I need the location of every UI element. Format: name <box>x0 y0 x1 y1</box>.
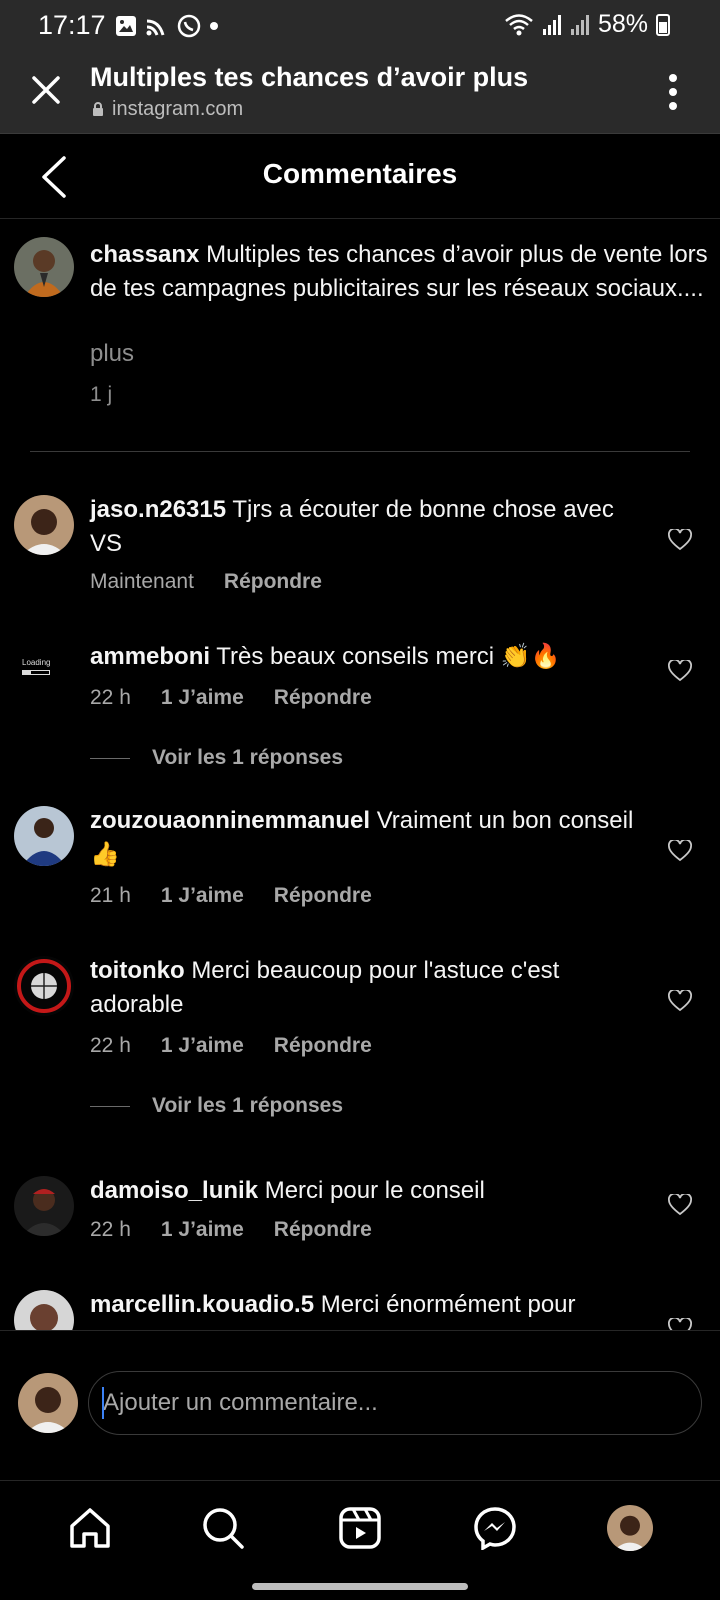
comment-username[interactable]: ammeboni <box>90 643 210 670</box>
avatar[interactable] <box>14 1290 74 1330</box>
comment-time: Maintenant <box>90 570 194 593</box>
avatar[interactable] <box>14 237 74 297</box>
lock-icon <box>93 102 103 116</box>
reply-button[interactable]: Répondre <box>274 884 372 908</box>
nav-search[interactable] <box>198 1503 248 1553</box>
avatar[interactable] <box>14 1176 74 1236</box>
comment-username[interactable]: marcellin.kouadio.5 <box>90 1291 314 1318</box>
comments-list: jaso.n26315 Tjrs a écouter de bonne chos… <box>0 452 720 1330</box>
nav-messenger[interactable] <box>470 1503 520 1553</box>
likes-count[interactable]: 1 J’aime <box>161 1218 244 1242</box>
close-icon[interactable] <box>26 70 66 110</box>
caption-username[interactable]: chassanx <box>90 241 199 268</box>
comment-time: 22 h <box>90 1034 131 1057</box>
browser-page-title: Multiples tes chances d’avoir plus <box>90 62 529 92</box>
avatar[interactable] <box>14 495 74 555</box>
battery-percent: 58% <box>597 10 648 38</box>
home-indicator <box>252 1583 468 1590</box>
caption-time: 1 j <box>90 383 113 406</box>
view-replies-button[interactable]: Voir les 1 réponses <box>90 746 343 770</box>
comment-username[interactable]: damoiso_lunik <box>90 1177 258 1204</box>
comments-header: Commentaires <box>0 134 720 219</box>
nav-reels[interactable] <box>335 1503 385 1553</box>
comment-input[interactable] <box>88 1371 702 1435</box>
view-replies-button[interactable]: Voir les 1 réponses <box>90 1094 343 1118</box>
bottom-navigation <box>0 1480 720 1600</box>
in-app-browser-bar: Multiples tes chances d’avoir plus insta… <box>0 52 720 134</box>
reply-button[interactable]: Répondre <box>274 1218 372 1242</box>
search-icon <box>203 1508 244 1549</box>
nav-profile[interactable] <box>605 1503 655 1553</box>
caption-more-link[interactable]: plus <box>90 340 134 368</box>
reply-button[interactable]: Répondre <box>274 1034 372 1058</box>
reels-icon <box>339 1507 381 1549</box>
home-icon <box>70 1508 110 1548</box>
likes-count[interactable]: 1 J’aime <box>161 686 244 710</box>
heart-icon[interactable] <box>668 529 692 551</box>
signal-icon <box>542 14 561 35</box>
heart-icon[interactable] <box>668 1318 692 1330</box>
comment-username[interactable]: toitonko <box>90 957 185 984</box>
likes-count[interactable]: 1 J’aime <box>161 884 244 908</box>
browser-url: instagram.com <box>112 98 244 120</box>
comment-username[interactable]: jaso.n26315 <box>90 496 226 523</box>
status-time: 17:17 <box>38 10 106 40</box>
reply-button[interactable]: Répondre <box>224 570 322 594</box>
comment-composer <box>0 1330 720 1480</box>
status-bar: 17:17 58% <box>0 0 720 52</box>
heart-icon[interactable] <box>668 1194 692 1216</box>
comment-time: 22 h <box>90 686 131 709</box>
comment-text: Merci énormément pour <box>320 1291 576 1318</box>
wifi-icon <box>505 13 533 35</box>
profile-avatar <box>607 1505 653 1551</box>
reply-button[interactable]: Répondre <box>274 686 372 710</box>
avatar[interactable] <box>14 806 74 866</box>
heart-icon[interactable] <box>668 660 692 682</box>
comment-time: 22 h <box>90 1218 131 1241</box>
likes-count[interactable]: 1 J’aime <box>161 1034 244 1058</box>
comment-text: Merci pour le conseil <box>264 1177 485 1204</box>
more-options-icon[interactable] <box>666 72 680 112</box>
cast-icon <box>146 19 165 36</box>
heart-icon[interactable] <box>668 840 692 862</box>
whatsapp-icon <box>177 14 201 38</box>
avatar <box>18 1373 78 1433</box>
messenger-icon <box>474 1507 516 1550</box>
avatar[interactable] <box>14 956 74 1016</box>
battery-icon <box>656 13 670 36</box>
text-caret <box>102 1387 104 1419</box>
dot-icon <box>210 22 218 30</box>
comment-text: Très beaux conseils merci 👏🔥 <box>216 643 561 670</box>
heart-icon[interactable] <box>668 990 692 1012</box>
comment-username[interactable]: zouzouaonninemmanuel <box>90 807 370 834</box>
page-title: Commentaires <box>262 158 458 189</box>
comment-time: 21 h <box>90 884 131 907</box>
signal-icon-2 <box>570 14 589 35</box>
gallery-icon <box>116 16 136 36</box>
nav-home[interactable] <box>65 1503 115 1553</box>
avatar-loading: Loading <box>22 658 62 688</box>
